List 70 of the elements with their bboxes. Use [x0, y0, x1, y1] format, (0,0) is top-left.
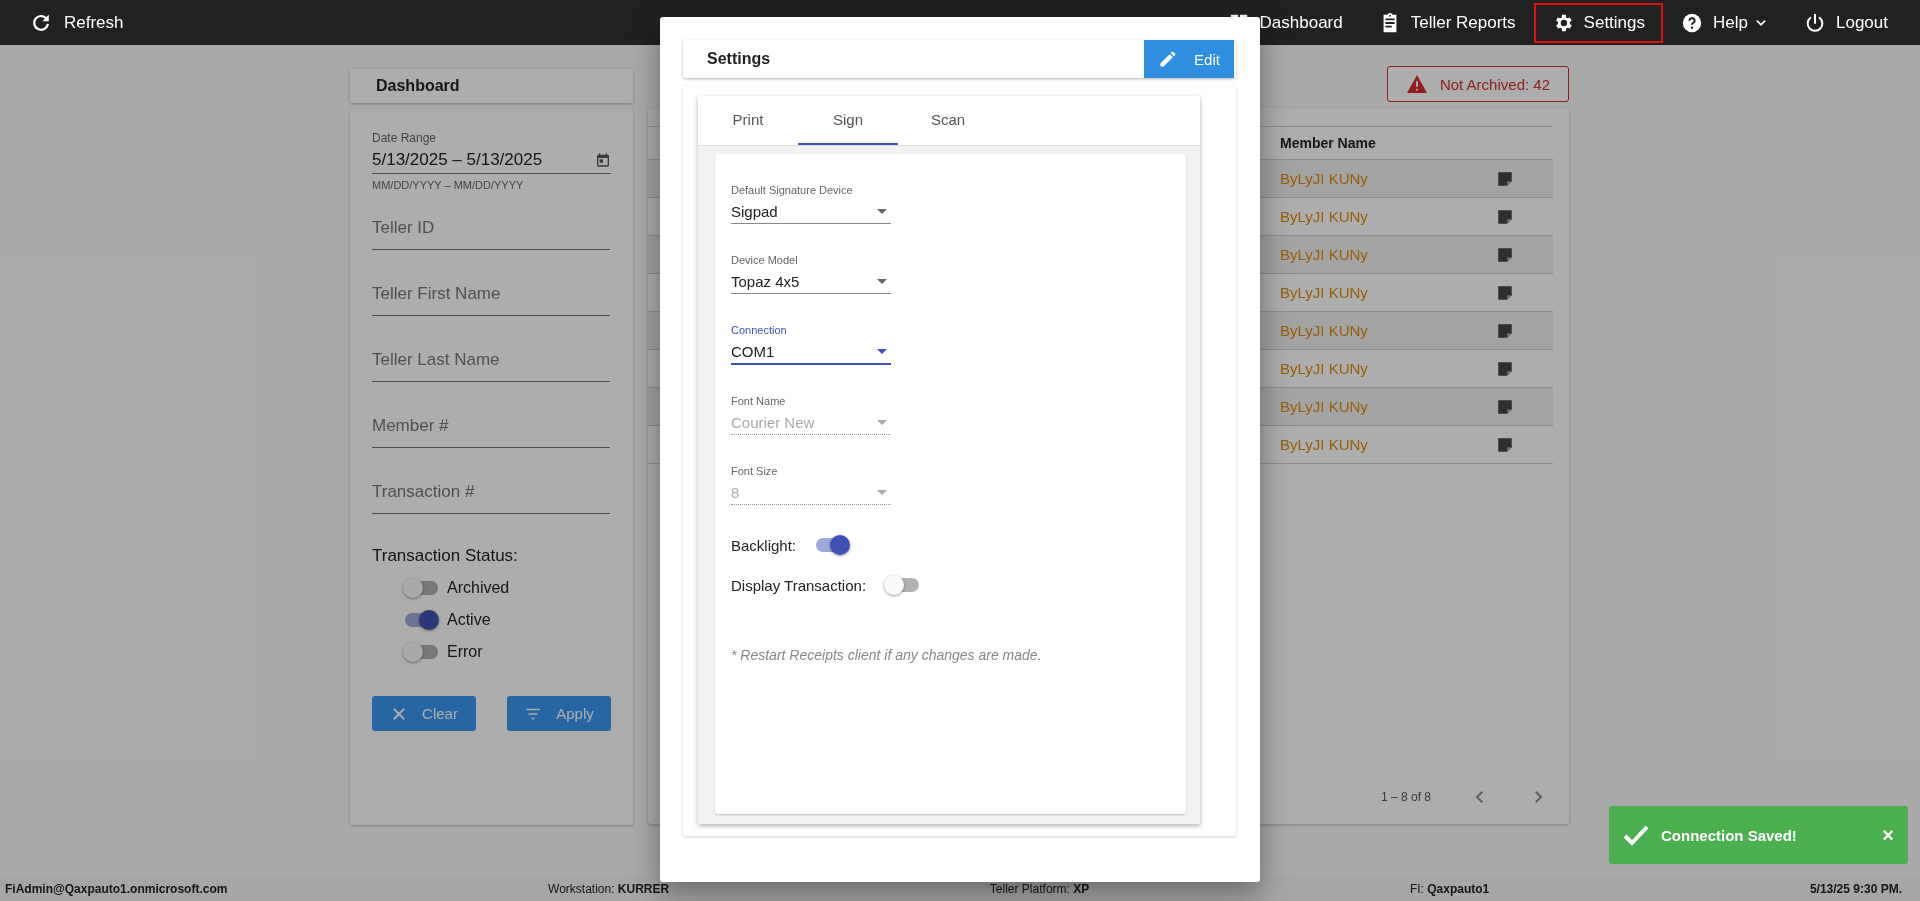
input-field[interactable]: Teller Last Name: [372, 339, 610, 382]
field-label: Connection: [731, 324, 788, 336]
panel-title: Dashboard: [350, 69, 633, 103]
alert-badge[interactable]: Not Archived: 42: [1386, 66, 1569, 102]
table-cell-text: ByLyJI KUNy: [1280, 170, 1369, 187]
toggle-switch[interactable]: [884, 575, 921, 595]
power-icon: [1804, 11, 1826, 34]
toggle-label: Active: [447, 611, 491, 629]
toggle-switch[interactable]: [814, 535, 851, 555]
toggle-switch[interactable]: [403, 642, 439, 662]
status-text: Workstation: KURRER: [548, 882, 670, 896]
field-label: Date Range: [372, 131, 438, 145]
help-icon: [1681, 11, 1704, 34]
field-label: Default Signature Device: [731, 184, 854, 196]
note-icon[interactable]: [1496, 359, 1514, 378]
nav-item[interactable]: Teller Reports: [1360, 2, 1534, 43]
field-hint: MM/DD/YYYY – MM/DD/YYYY: [372, 179, 525, 191]
date-time: 5/13/25 9:30 PM.: [1809, 882, 1902, 896]
status-text: Teller Platform: XP: [989, 882, 1090, 896]
table-cell-text: ByLyJI KUNy: [1280, 246, 1369, 263]
tab[interactable]: Print: [698, 96, 798, 145]
note-icon[interactable]: [1496, 207, 1514, 226]
input-field[interactable]: Member #: [372, 405, 610, 448]
table-cell-text: ByLyJI KUNy: [1280, 436, 1369, 453]
select-field[interactable]: Topaz 4x5: [731, 269, 891, 294]
note-icon[interactable]: [1496, 321, 1514, 340]
input-field[interactable]: Teller First Name: [372, 273, 610, 316]
dropdown-arrow-icon[interactable]: [877, 348, 887, 354]
note-icon[interactable]: [1496, 169, 1514, 188]
nav-item[interactable]: Help: [1663, 2, 1786, 43]
dialog-title: Settings: [707, 50, 772, 68]
refresh-button[interactable]: Refresh: [30, 11, 124, 34]
status-text: FI: Qaxpauto1: [1409, 882, 1490, 896]
tab[interactable]: Scan: [898, 96, 998, 145]
pagination-text: 1 – 8 of 8: [1381, 790, 1432, 804]
field-label: Font Size: [731, 465, 779, 477]
check-icon: [1623, 824, 1649, 846]
table-cell-text: ByLyJI KUNy: [1280, 322, 1369, 339]
section-label: Transaction Status:: [372, 546, 519, 566]
warning-icon: [1405, 74, 1428, 94]
table-cell-text: ByLyJI KUNy: [1280, 284, 1369, 301]
dropdown-arrow-icon[interactable]: [877, 278, 887, 284]
nav-item[interactable]: Settings: [1533, 2, 1664, 43]
input-field[interactable]: Teller ID: [372, 207, 610, 250]
user-email: FiAdmin@Qaxpauto1.onmicrosoft.com: [5, 882, 228, 896]
input-field[interactable]: Transaction #: [372, 471, 610, 514]
field-label: Device Model: [731, 254, 799, 266]
date-range-field[interactable]: 5/13/2025 – 5/13/2025: [372, 147, 611, 174]
toast-message: Connection Saved!: [1661, 826, 1798, 844]
note-icon[interactable]: [1496, 397, 1514, 416]
select-field[interactable]: COM1: [731, 339, 891, 365]
nav-item[interactable]: Logout: [1786, 2, 1906, 43]
column-header: Member Name: [1280, 135, 1377, 151]
toggle-switch[interactable]: [403, 578, 439, 598]
dropdown-arrow-icon[interactable]: [877, 208, 887, 214]
toggle-switch[interactable]: [403, 610, 439, 630]
table-cell-text: ByLyJI KUNy: [1280, 360, 1369, 377]
table-cell-text: ByLyJI KUNy: [1280, 208, 1369, 225]
note-icon[interactable]: [1496, 435, 1514, 454]
note-icon[interactable]: [1496, 283, 1514, 302]
calendar-icon[interactable]: [595, 152, 611, 168]
select-field[interactable]: Sigpad: [731, 199, 891, 224]
toggle-label: Backlight:: [731, 536, 797, 554]
table-cell-text: ByLyJI KUNy: [1280, 398, 1369, 415]
note-icon[interactable]: [1496, 245, 1514, 264]
toggle-label: Error: [447, 643, 483, 661]
toggle-label: Display Transaction:: [731, 576, 867, 594]
toggle-label: Archived: [447, 579, 510, 597]
field-label: Font Name: [731, 395, 787, 407]
note-text: * Restart Receipts client if any changes are made.: [731, 647, 1043, 663]
